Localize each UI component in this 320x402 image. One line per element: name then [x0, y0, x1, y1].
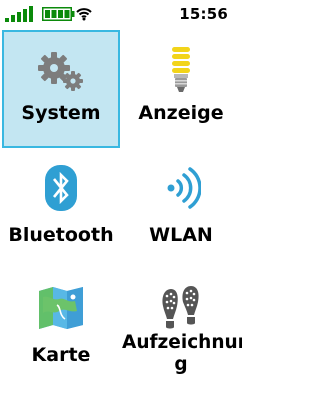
tile-karte[interactable]: Karte [2, 270, 120, 388]
tile-label-line1: Aufzeichnun- [122, 332, 242, 353]
tile-bluetooth[interactable]: Bluetooth [2, 150, 120, 268]
tile-system[interactable]: System [2, 30, 120, 148]
tile-label: WLAN [149, 224, 213, 246]
settings-screen: 15:56 System Anzeige Bluetooth WLAN Kart… [0, 0, 242, 402]
lightbulb-icon [172, 47, 190, 92]
signal-bars-icon [5, 6, 33, 22]
status-bar: 15:56 [0, 0, 242, 28]
wifi-icon [76, 8, 92, 21]
battery-icon [42, 7, 75, 21]
tile-label: Anzeige [138, 102, 224, 124]
tile-label: Karte [31, 344, 91, 366]
clock: 15:56 [179, 5, 228, 23]
map-icon [39, 287, 83, 329]
tile-anzeige[interactable]: Anzeige [122, 30, 240, 148]
bluetooth-icon [45, 165, 77, 211]
tile-label: System [21, 102, 101, 124]
tile-label-line2: g [174, 354, 188, 375]
tile-label: Aufzeichnun- g [122, 332, 242, 376]
footprints-icon [162, 286, 199, 329]
tile-wlan[interactable]: WLAN [122, 150, 240, 268]
gears-icon [38, 52, 83, 91]
tile-label: Bluetooth [8, 224, 114, 246]
tile-aufzeichnung[interactable]: Aufzeichnun- g [122, 270, 242, 388]
wlan-icon [167, 167, 201, 209]
